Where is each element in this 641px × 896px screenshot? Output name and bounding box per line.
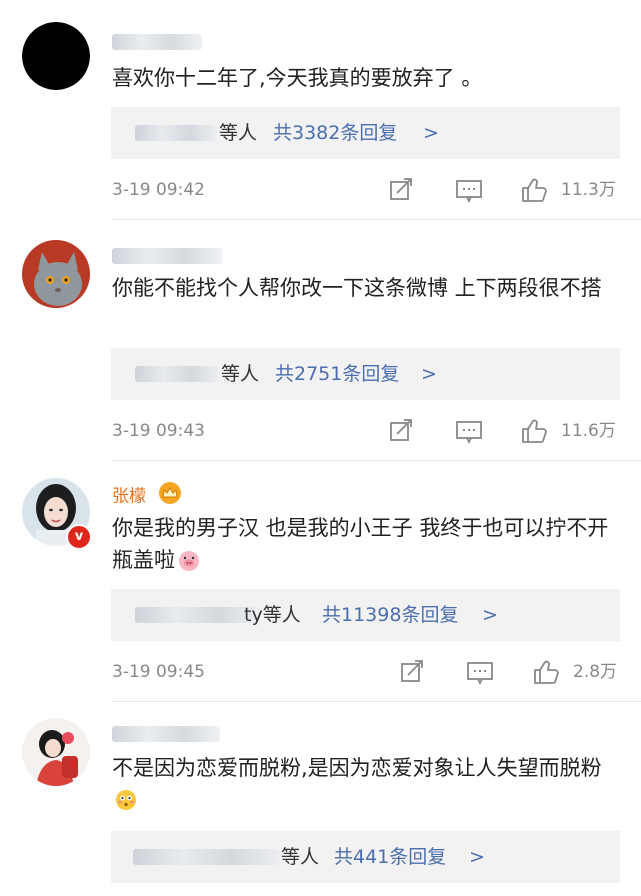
reply-users-blurred [133, 849, 281, 865]
verified-v-icon: v [66, 524, 92, 550]
username-blurred[interactable] [112, 722, 220, 746]
replies-preview[interactable]: ty等人 共11398条回复 > [111, 589, 620, 641]
username-blurred[interactable] [112, 30, 202, 54]
comment-text: 你能不能找个人帮你改一下这条微博 上下两段很不搭 [112, 276, 602, 300]
chevron-right-icon: > [469, 846, 485, 868]
thumbs-up-icon [522, 178, 547, 202]
comment-button[interactable] [466, 659, 494, 685]
divider [112, 219, 641, 220]
share-button[interactable] [399, 659, 425, 685]
reply-users-blurred [135, 125, 217, 141]
comment-icon [456, 421, 482, 444]
share-icon [390, 419, 412, 441]
comment-button[interactable] [455, 418, 483, 444]
share-icon [401, 660, 423, 682]
pig-emoji-icon [177, 548, 201, 580]
like-button[interactable] [532, 658, 562, 684]
reply-who-suffix: ty等人 [244, 604, 301, 626]
thumbs-up-icon [522, 419, 547, 443]
reply-who-suffix: 等人 [221, 363, 260, 385]
timestamp: 3-19 09:42 [112, 180, 205, 200]
chevron-right-icon: > [421, 363, 437, 385]
reply-count[interactable]: 共441条回复 [334, 845, 446, 869]
like-button[interactable] [520, 417, 550, 443]
avatar[interactable] [22, 718, 90, 786]
replies-preview[interactable]: 等人 共2751条回复 > [111, 348, 620, 400]
replies-preview[interactable]: 等人 共3382条回复 > [111, 107, 620, 159]
divider [112, 701, 641, 702]
share-icon [390, 178, 412, 200]
comment-icon [467, 662, 493, 685]
like-count: 11.3万 [561, 180, 616, 200]
chevron-right-icon: > [423, 122, 439, 144]
username-blurred[interactable] [112, 244, 222, 268]
like-count: 11.6万 [561, 421, 616, 441]
comment-text: 喜欢你十二年了,今天我真的要放弃了 。 [112, 66, 483, 90]
flushed-face-emoji-icon [114, 788, 138, 820]
timestamp: 3-19 09:45 [112, 662, 205, 682]
avatar[interactable] [22, 22, 90, 90]
comment-text-body: 不是因为恋爱而脱粉,是因为恋爱对象让人失望而脱粉 [112, 756, 602, 780]
username-text[interactable]: 张檬 [112, 487, 146, 507]
divider [112, 460, 641, 461]
crown-icon [157, 482, 183, 511]
username[interactable]: 张檬 [112, 482, 183, 507]
reply-users-blurred [135, 607, 261, 623]
reply-users-blurred [135, 366, 219, 382]
like-count: 2.8万 [573, 662, 618, 682]
replies-preview[interactable]: 等人 共441条回复 > [111, 831, 620, 883]
reply-count[interactable]: 共3382条回复 [273, 121, 397, 145]
comment-text: 你是我的男子汉 也是我的小王子 我终于也可以拧不开瓶盖啦 [112, 512, 622, 580]
comment-button[interactable] [455, 177, 483, 203]
avatar[interactable] [22, 240, 90, 308]
like-button[interactable] [520, 176, 550, 202]
share-button[interactable] [388, 177, 414, 203]
thumbs-up-icon [534, 660, 559, 684]
timestamp: 3-19 09:43 [112, 421, 205, 441]
reply-count[interactable]: 共2751条回复 [275, 362, 399, 386]
share-button[interactable] [388, 418, 414, 444]
reply-who-suffix: 等人 [219, 122, 258, 144]
comment-text: 不是因为恋爱而脱粉,是因为恋爱对象让人失望而脱粉 [112, 752, 622, 820]
chevron-right-icon: > [482, 604, 498, 626]
reply-count[interactable]: 共11398条回复 [322, 603, 458, 627]
reply-who-suffix: 等人 [281, 846, 320, 868]
comment-icon [456, 180, 482, 203]
